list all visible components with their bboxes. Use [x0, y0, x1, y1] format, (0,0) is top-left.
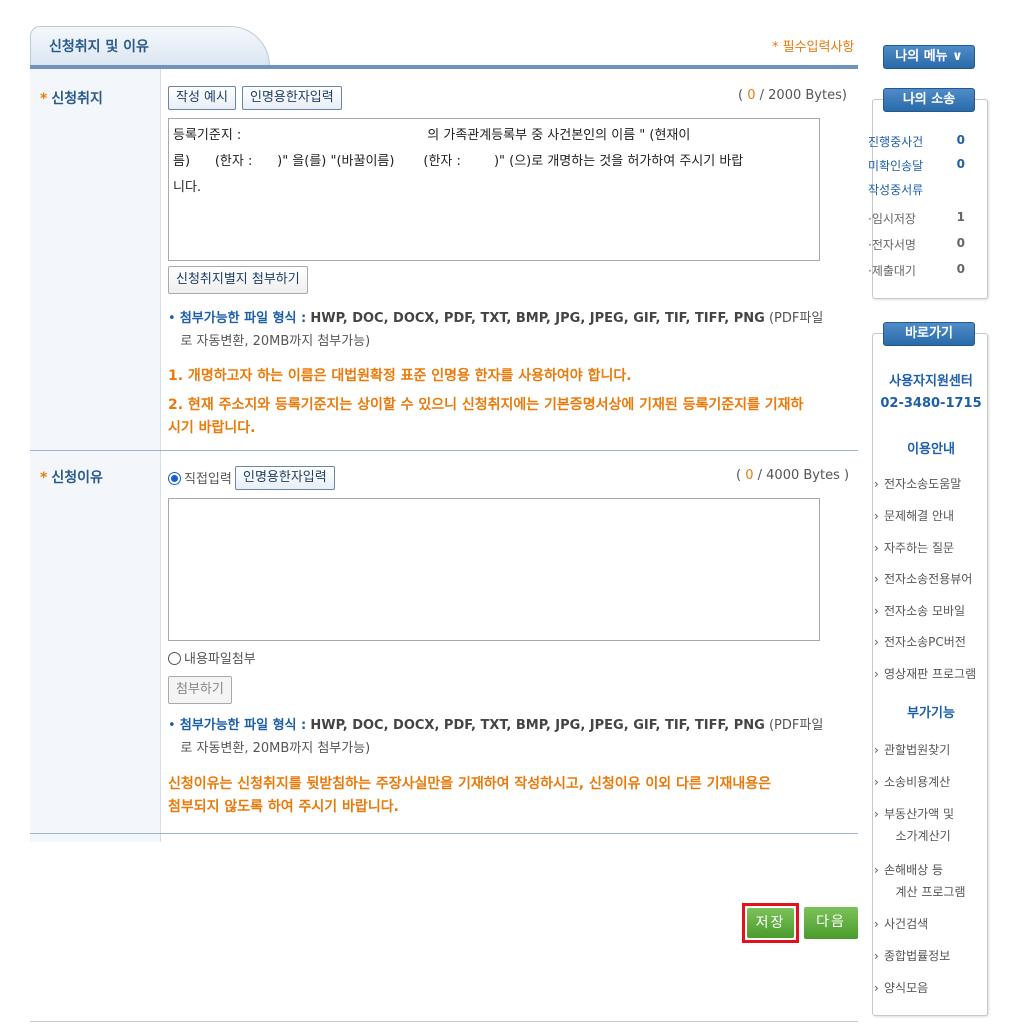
guide-link-mobile[interactable]: 전자소송 모바일 [874, 600, 988, 622]
section-title-tab: 신청취지 및 이유 [30, 26, 270, 66]
shortcut-header[interactable]: 바로가기 [883, 322, 975, 346]
extra-link-forms[interactable]: 양식모음 [874, 977, 988, 999]
row-divider [30, 833, 858, 834]
form-label-column [30, 69, 161, 842]
required-note: * 필수입력사항 [772, 40, 855, 55]
stat-temp-saved[interactable]: ·임시저장 1 [868, 210, 968, 227]
extra-title: 부가기능 [907, 706, 955, 721]
purpose-byte-counter: ( 0 / 2000 Bytes) [738, 88, 847, 103]
stat-drafting[interactable]: 작성중서류 [868, 181, 968, 198]
guide-link-ecourt-help[interactable]: 전자소송도움말 [874, 473, 988, 495]
reason-textarea[interactable] [168, 498, 820, 641]
stat-pending-submit[interactable]: ·제출대기 0 [868, 262, 968, 279]
guide-link-video-trial[interactable]: 영상재판 프로그램 [874, 663, 988, 685]
write-example-button[interactable]: 작성 예시 [168, 86, 236, 110]
file-attach-radio[interactable]: 내용파일첨부 [168, 648, 256, 667]
purpose-text-line: 름) (한자 : )" 을(를) "(바꿀이름) (한자 : )" (으)로 개… [173, 154, 744, 169]
extra-link-find-court[interactable]: 관할법원찾기 [874, 739, 988, 761]
radio-unselected-icon [168, 652, 181, 665]
stat-unconfirmed-delivery[interactable]: 미확인송달 0 [868, 157, 968, 174]
extra-link-cost-calc[interactable]: 소송비용계산 [874, 771, 988, 793]
extra-link-case-search[interactable]: 사건검색 [874, 913, 988, 935]
guide-title: 이용안내 [907, 442, 955, 457]
reason-attach-button[interactable]: 첨부하기 [168, 676, 232, 704]
reason-hanja-input-button[interactable]: 인명용한자입력 [235, 466, 335, 490]
guide-link-pc[interactable]: 전자소송PC버전 [874, 631, 988, 653]
support-center-link[interactable]: 사용자지원센터 [875, 370, 987, 389]
extra-link-damages[interactable]: 손해배상 등 계산 프로그램 [874, 859, 988, 903]
next-button[interactable]: 다음 [804, 907, 858, 939]
guide-link-faq[interactable]: 자주하는 질문 [874, 537, 988, 559]
my-menu-button[interactable]: 나의 메뉴 ∨ [883, 45, 975, 69]
purpose-attachment-button[interactable]: 신청취지별지 첨부하기 [168, 266, 308, 294]
guide-link-troubleshoot[interactable]: 문제해결 안내 [874, 505, 988, 527]
purpose-warning-2: 2. 현재 주소지와 등록기준지는 상이할 수 있으니 신청취지에는 기본증명서… [168, 397, 804, 436]
purpose-text-line: 등록기준지 : 의 가족관계등록부 중 사건본인의 이름 " (현재이 [173, 128, 691, 143]
stat-e-signed[interactable]: ·전자서명 0 [868, 236, 968, 253]
purpose-textarea[interactable]: 등록기준지 : 의 가족관계등록부 중 사건본인의 이름 " (현재이 름) (… [168, 118, 820, 261]
reason-label: * 신청이유 [40, 470, 103, 486]
my-case-header[interactable]: 나의 소송 [883, 88, 975, 112]
reason-byte-counter: ( 0 / 4000 Bytes ) [736, 468, 850, 483]
extra-link-legal-info[interactable]: 종합법률정보 [874, 945, 988, 967]
extra-link-property-value[interactable]: 부동산가액 및 소가계산기 [874, 803, 988, 847]
purpose-label: * 신청취지 [40, 91, 103, 107]
direct-input-radio[interactable]: 직접입력 [168, 468, 232, 487]
stat-in-progress[interactable]: 진행중사건 0 [868, 133, 968, 150]
row-divider [30, 450, 858, 451]
support-phone: 02-3480-1715 [880, 396, 982, 411]
reason-warning: 신청이유는 신청취지를 뒷받침하는 주장사실만을 기재하여 작성하시고, 신청이… [168, 776, 772, 815]
save-button-label: 저장 [747, 908, 794, 938]
radio-selected-icon [168, 472, 181, 485]
save-button[interactable]: 저장 [742, 903, 799, 943]
purpose-format-note: • 첨부가능한 파일 형식 : HWP, DOC, DOCX, PDF, TXT… [168, 311, 824, 349]
reason-format-note: • 첨부가능한 파일 형식 : HWP, DOC, DOCX, PDF, TXT… [168, 718, 824, 756]
bottom-divider [30, 1021, 858, 1022]
purpose-warning-1: 1. 개명하고자 하는 이름은 대법원확정 표준 인명용 한자를 사용하여야 합… [168, 368, 632, 384]
purpose-text-line: 니다. [173, 180, 202, 195]
purpose-hanja-input-button[interactable]: 인명용한자입력 [242, 86, 342, 110]
guide-link-viewer[interactable]: 전자소송전용뷰어 [874, 568, 988, 590]
